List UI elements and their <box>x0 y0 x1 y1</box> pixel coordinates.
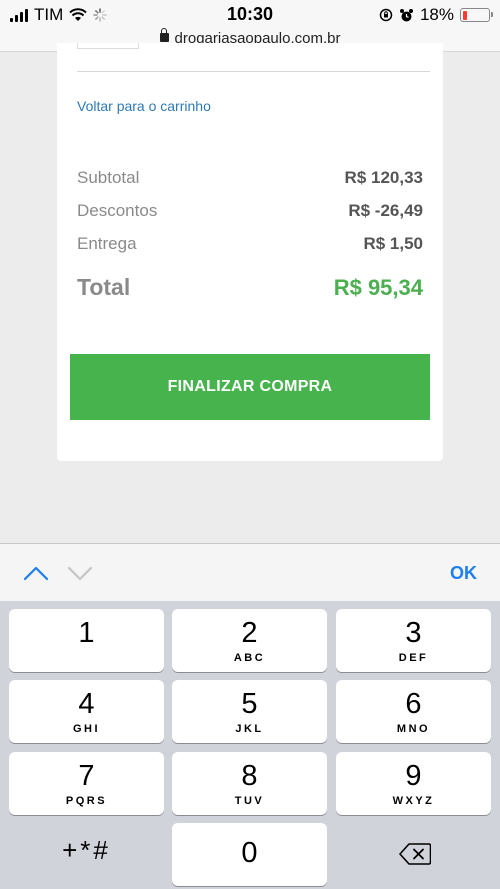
key-4[interactable]: 4 GHI <box>9 680 164 743</box>
key-5[interactable]: 5 JKL <box>172 680 327 743</box>
key-7[interactable]: 7 PQRS <box>9 752 164 815</box>
alarm-icon <box>399 8 413 21</box>
key-6[interactable]: 6 MNO <box>336 680 491 743</box>
key-digit: 2 <box>241 617 258 649</box>
key-letters: GHI <box>72 723 101 735</box>
key-letters: WXYZ <box>392 795 435 807</box>
key-digit: 5 <box>241 688 258 720</box>
keyboard-toolbar: OK <box>0 543 500 601</box>
summary-row-subtotal: Subtotal R$ 120,33 <box>77 168 423 188</box>
key-8[interactable]: 8 TUV <box>172 752 327 815</box>
battery-percent: 18% <box>419 5 454 24</box>
key-9[interactable]: 9 WXYZ <box>336 752 491 815</box>
discounts-label: Descontos <box>77 201 158 220</box>
page-content: Voltar para o carrinho Subtotal R$ 120,3… <box>0 43 500 543</box>
previous-field-chevron-up-icon[interactable] <box>23 563 49 583</box>
key-digit: 7 <box>78 760 95 792</box>
order-summary-card: Voltar para o carrinho Subtotal R$ 120,3… <box>57 43 443 461</box>
key-letters: PQRS <box>65 795 108 807</box>
key-digit: 1 <box>78 617 95 649</box>
symbols-label: +*# <box>62 835 111 865</box>
next-field-chevron-down-icon[interactable] <box>67 563 93 583</box>
lock-icon <box>159 28 169 42</box>
divider <box>77 71 430 72</box>
key-symbols[interactable]: +*# <box>9 823 164 886</box>
quantity-field-edge[interactable] <box>77 43 139 49</box>
summary-row-delivery: Entrega R$ 1,50 <box>77 234 423 254</box>
subtotal-value: R$ 120,33 <box>344 168 423 187</box>
delivery-label: Entrega <box>77 234 137 253</box>
key-delete[interactable] <box>336 823 491 886</box>
key-digit: 0 <box>241 837 258 869</box>
total-label: Total <box>77 274 131 300</box>
backspace-icon <box>399 843 431 865</box>
key-letters: JKL <box>235 723 264 735</box>
subtotal-label: Subtotal <box>77 168 140 187</box>
key-digit: 8 <box>241 760 258 792</box>
total-value: R$ 95,34 <box>333 275 423 300</box>
status-right: 18% <box>379 5 493 25</box>
key-digit: 4 <box>78 688 95 720</box>
key-letters: DEF <box>398 652 429 664</box>
ok-button[interactable]: OK <box>450 563 477 584</box>
status-bar: TIM 10:30 18% <box>0 0 500 30</box>
key-digit: 6 <box>405 688 422 720</box>
key-letters: MNO <box>396 723 431 735</box>
discounts-value: R$ -26,49 <box>348 201 423 220</box>
key-1[interactable]: 1 <box>9 609 164 672</box>
key-letters: ABC <box>233 652 266 664</box>
back-to-cart-link[interactable]: Voltar para o carrinho <box>77 98 211 114</box>
summary-row-total: Total R$ 95,34 <box>77 274 423 301</box>
key-3[interactable]: 3 DEF <box>336 609 491 672</box>
rotation-lock-icon <box>379 8 393 22</box>
battery-level <box>462 10 467 20</box>
key-digit: 9 <box>405 760 422 792</box>
key-0[interactable]: 0 <box>172 823 327 886</box>
numeric-keypad: 1 2 ABC 3 DEF 4 GHI 5 JKL 6 MNO 7 PQRS 8… <box>0 601 500 889</box>
key-letters: TUV <box>234 795 265 807</box>
summary-row-discounts: Descontos R$ -26,49 <box>77 201 423 221</box>
finalize-purchase-button[interactable]: FINALIZAR COMPRA <box>70 354 430 420</box>
battery-icon <box>460 8 493 22</box>
delivery-value: R$ 1,50 <box>363 234 423 253</box>
key-2[interactable]: 2 ABC <box>172 609 327 672</box>
key-digit: 3 <box>405 617 422 649</box>
